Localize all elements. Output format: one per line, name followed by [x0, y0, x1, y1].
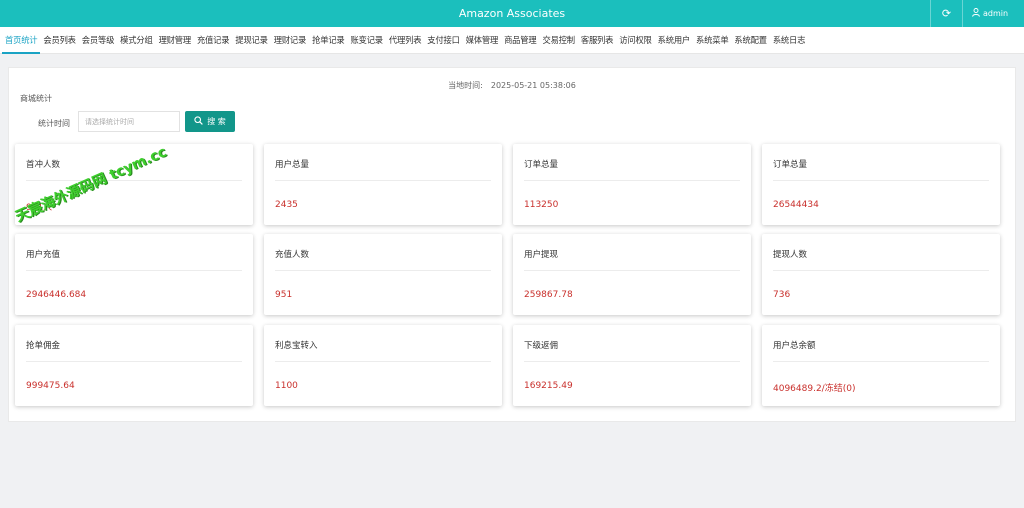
nav-tab[interactable]: 理财管理 [156, 27, 194, 54]
nav-tab[interactable]: 账变记录 [348, 27, 386, 54]
stat-card: 用户充值 2946446.684 [15, 234, 253, 315]
nav-tab[interactable]: 系统配置 [731, 27, 769, 54]
stat-card-title: 订单总量 [773, 160, 808, 170]
stat-card-value: 4096489.2/冻结(0) [773, 384, 856, 394]
stat-card-value: 169215.49 [524, 381, 573, 391]
nav-tab[interactable]: 交易控制 [539, 27, 577, 54]
search-time-input[interactable] [78, 111, 180, 132]
stat-card-value: 951 [275, 290, 293, 300]
stat-card-divider [275, 270, 491, 271]
stat-card-value: 1100 [275, 381, 298, 391]
stat-card-title: 抢单佣金 [26, 341, 61, 351]
local-time-label: 当地时间: [448, 81, 483, 90]
local-time-value: 2025-05-21 05:38:06 [490, 81, 576, 90]
nav-tab[interactable]: 充值记录 [194, 27, 232, 54]
user-icon [972, 8, 980, 19]
nav-tab[interactable]: 首页统计 [2, 27, 41, 54]
stat-card-divider [524, 361, 740, 362]
stat-card-divider [26, 361, 242, 362]
nav-tab[interactable]: 模式分组 [117, 27, 155, 54]
nav-tab[interactable]: 客服列表 [578, 27, 616, 54]
local-time: 当地时间: 2025-05-21 05:38:06 [9, 80, 1015, 91]
refresh-icon: ⟳ [941, 7, 952, 20]
stat-card-divider [275, 361, 491, 362]
stat-card: 订单总量 26544434 [762, 144, 1000, 225]
stat-card-title: 利息宝转入 [275, 341, 318, 351]
nav-tab[interactable]: 媒体管理 [463, 27, 501, 54]
stat-card: 用户提现 259867.78 [513, 234, 751, 315]
nav-tab[interactable]: 会员等级 [79, 27, 117, 54]
stat-card-divider [773, 180, 989, 181]
stat-card: 提现人数 736 [762, 234, 1000, 315]
stat-card: 抢单佣金 999475.64 [15, 325, 253, 406]
search-icon [194, 115, 204, 128]
stat-card-title: 用户提现 [524, 250, 559, 260]
app-title: Amazon Associates [458, 7, 566, 20]
user-name: admin [983, 9, 1009, 18]
stat-card-title: 用户总量 [275, 160, 310, 170]
nav-tabs: 首页统计 会员列表 会员等级 模式分组 理财管理 充值记录 提现记录 理财记录 抢单记录 账变记录… [0, 27, 1024, 54]
stat-card-title: 下级返佣 [524, 341, 559, 351]
stat-card-value: 26544434 [773, 200, 819, 210]
stat-card-value: 113250 [524, 200, 559, 210]
nav-tab[interactable]: 访问权限 [616, 27, 654, 54]
stat-card: 订单总量 113250 [513, 144, 751, 225]
nav-tab[interactable]: 代理列表 [386, 27, 424, 54]
stat-card-value: 999475.64 [26, 381, 75, 391]
stat-card: 利息宝转入 1100 [264, 325, 502, 406]
stat-card: 下级返佣 169215.49 [513, 325, 751, 406]
stat-card-divider [524, 270, 740, 271]
stat-card-title: 提现人数 [773, 250, 808, 260]
refresh-button[interactable]: ⟳ [930, 0, 963, 27]
user-menu[interactable]: admin [972, 0, 1008, 27]
stat-card-title: 用户充值 [26, 250, 61, 260]
stat-card-title: 用户总余额 [773, 341, 816, 351]
stat-card: 用户总余额 4096489.2/冻结(0) [762, 325, 1000, 406]
stat-card-value: 736 [773, 290, 791, 300]
stat-card-divider [773, 361, 989, 362]
stat-card-divider [26, 180, 242, 181]
nav-tab[interactable]: 商品管理 [501, 27, 539, 54]
stat-card: 充值人数 951 [264, 234, 502, 315]
nav-tab[interactable]: 支付接口 [424, 27, 462, 54]
stat-card-title: 首冲人数 [26, 160, 61, 170]
stat-card: 用户总量 2435 [264, 144, 502, 225]
search-button-label: 搜 索 [207, 117, 226, 126]
nav-tab[interactable]: 抢单记录 [309, 27, 347, 54]
stat-card-divider [773, 270, 989, 271]
stat-card-value: 259867.78 [524, 290, 573, 300]
nav-tab[interactable]: 系统菜单 [693, 27, 731, 54]
nav-tab[interactable]: 会员列表 [40, 27, 78, 54]
nav-tab[interactable]: 系统日志 [770, 27, 808, 54]
stat-card-title: 订单总量 [524, 160, 559, 170]
stat-card-value: 2435 [275, 200, 298, 210]
nav-tab[interactable]: 系统用户 [655, 27, 693, 54]
section-title: 商城统计 [20, 94, 52, 103]
stat-card-divider [524, 180, 740, 181]
top-header-bar: Amazon Associates ⟳ admin [0, 0, 1024, 27]
stat-card-title: 充值人数 [275, 250, 310, 260]
nav-tab[interactable]: 理财记录 [271, 27, 309, 54]
search-time-label: 统计时间 [38, 119, 70, 128]
stat-card-divider [275, 180, 491, 181]
nav-tab-list: 首页统计 会员列表 会员等级 模式分组 理财管理 充值记录 提现记录 理财记录 抢单记录 账变记录… [0, 27, 1024, 54]
nav-tab[interactable]: 提现记录 [232, 27, 270, 54]
stat-card-divider [26, 270, 242, 271]
stat-card-value: 2946446.684 [26, 290, 87, 300]
search-button[interactable]: 搜 索 [185, 111, 235, 132]
